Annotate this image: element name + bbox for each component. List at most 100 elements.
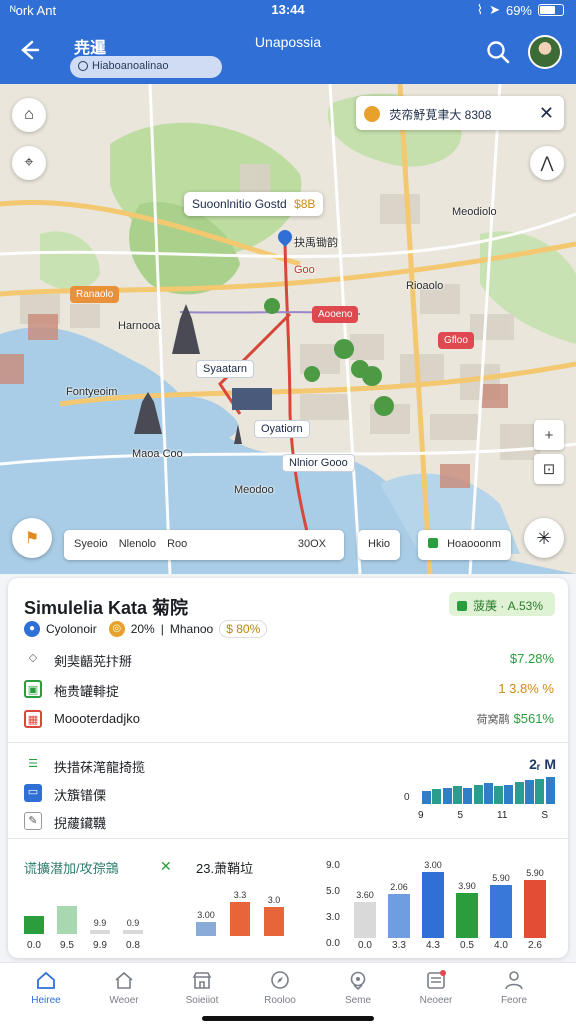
- map-label-fontyeoim: Fontyeoim: [66, 386, 118, 398]
- search-icon[interactable]: [484, 38, 512, 66]
- stat-amount-3: $561%: [513, 711, 554, 726]
- spark-bar: [463, 787, 473, 804]
- map-view[interactable]: ⌂ ⌖ 荧帟魣莧聿大 8308 ✕ ⋀ Suoonlnitio Gostd $8…: [0, 84, 576, 574]
- map-label-city: Rioaolo: [406, 280, 444, 292]
- back-arrow-icon[interactable]: [14, 36, 42, 64]
- stat-row-3[interactable]: ▦ Moooterdadjko 荷窝鹝 $561%: [24, 708, 554, 734]
- tab-label: Seme: [344, 995, 372, 1006]
- chip-hoaooonm-label: Hoaooonm: [447, 538, 501, 550]
- chart3-y-label: 3.0: [326, 912, 340, 923]
- chart3-bar: [490, 885, 512, 938]
- zoom-in-icon[interactable]: +: [534, 420, 564, 450]
- spark-bar: [514, 782, 524, 804]
- chip-hkio[interactable]: Hkio: [358, 530, 401, 560]
- poi-card-badge: $8B: [294, 197, 316, 211]
- tab-label: Rooloo: [264, 995, 296, 1006]
- map-label-oyatiorn[interactable]: Oyatiorn: [254, 420, 310, 438]
- spark-bar: [494, 786, 504, 804]
- chart3-y-label: 0.0: [326, 938, 340, 949]
- badge-text: 菠菮 · A.53%: [473, 599, 544, 613]
- tab-house[interactable]: Weoer: [88, 969, 160, 1006]
- compass-icon[interactable]: ⋀: [530, 146, 564, 180]
- map-label-nlnior[interactable]: Nlnior Gooo: [282, 454, 355, 472]
- chart3-bar: [388, 894, 410, 938]
- chart2-bar: [196, 922, 216, 936]
- home-indicator: [202, 1016, 374, 1021]
- chart3-value-label: 5.90: [492, 873, 510, 884]
- chart3x-label: 4.3: [426, 940, 440, 951]
- tab-location[interactable]: Seme: [322, 969, 394, 1006]
- filter-a[interactable]: Syeoio: [74, 538, 108, 550]
- badge-icon: [457, 601, 467, 611]
- map-filter-bar[interactable]: Syeoio Nlenolo Roo 30OX: [64, 530, 344, 560]
- tab-compass[interactable]: Rooloo: [244, 969, 316, 1006]
- top-card-icon: [364, 106, 380, 122]
- left-map-fab[interactable]: ⚑: [12, 518, 52, 558]
- fullscreen-icon[interactable]: ⊡: [534, 454, 564, 484]
- map-label-syaatarn[interactable]: Syaatarn: [196, 360, 255, 378]
- stat-value-3: 荷窝鹝 $561%: [477, 711, 554, 727]
- list-row-3[interactable]: ✎ 掜藧鑶韈: [24, 810, 384, 836]
- info-dot-icon: ●: [24, 621, 40, 637]
- location-arrow-icon: ➤: [489, 2, 500, 17]
- chart1-value-label: 0.9: [126, 918, 140, 928]
- stat-row-2[interactable]: ▣ 柂贵罐輫掟 1 3.8% %: [24, 678, 554, 704]
- diamond-icon: ◇: [28, 652, 38, 664]
- spark-chart: 2ᵣ M 0: [404, 756, 556, 808]
- list-label-2: 汏籏镨傈: [54, 788, 107, 803]
- layers-icon[interactable]: ⌂: [12, 98, 46, 132]
- tab-profile[interactable]: Feore: [478, 969, 550, 1006]
- chart1x-label: 9.5: [60, 940, 74, 951]
- meta-b: 20%: [130, 622, 155, 636]
- status-right: ⌇ ➤ 69%: [477, 2, 564, 18]
- poi-card-text: Suoonlnitio Gostd: [192, 197, 287, 211]
- list-row-2[interactable]: ▭ 汏籏镨傈: [24, 782, 384, 808]
- map-label-meodoo: Meodoo: [234, 484, 274, 496]
- compass-icon: [271, 971, 289, 989]
- chart1-close-icon[interactable]: ✕: [160, 858, 172, 875]
- list-row-1[interactable]: ☰ 抶措茠滗龍掎揽: [24, 754, 384, 780]
- tab-home[interactable]: Heiree: [10, 969, 82, 1006]
- spark-x-2: 11: [497, 810, 508, 821]
- list-label-3: 掜藧鑶韈: [54, 816, 107, 831]
- map-label-goo: Goo: [294, 264, 315, 276]
- chart2: 3.00 3.3 3.0: [196, 890, 306, 936]
- spark-x-1: 5: [457, 810, 464, 821]
- chart1-bar: [24, 916, 44, 934]
- map-tag-gfloo[interactable]: Gfloo: [438, 332, 474, 349]
- filter-d[interactable]: 30OX: [298, 538, 326, 550]
- filter-b[interactable]: Nlenolo: [119, 538, 156, 550]
- panel-title: Simulelia Kata 菊院: [24, 598, 189, 618]
- poi-card[interactable]: Suoonlnitio Gostd $8B: [184, 192, 324, 216]
- spark-bar: [422, 790, 431, 804]
- stat-label-1: 剣猆齬茪抃掰: [54, 654, 133, 669]
- directions-icon[interactable]: ✳: [524, 518, 564, 558]
- chart1-bar: [90, 929, 110, 934]
- meta-row: ● Cyolonoir ◎ 20% | Mhanoo $ 80%: [24, 620, 268, 638]
- chip-hoaooonm[interactable]: Hoaooonm: [418, 530, 511, 560]
- map-tag-aooeno[interactable]: Aooeno: [312, 306, 359, 323]
- top-info-card[interactable]: 荧帟魣莧聿大 8308 ✕: [356, 96, 564, 130]
- chart2-bar: [264, 907, 284, 936]
- tab-label: Weoer: [109, 995, 139, 1006]
- tab-inbox[interactable]: Neoeer: [400, 969, 472, 1006]
- spark-zero: 0: [404, 792, 410, 803]
- tab-label: Soieiiot: [185, 995, 219, 1006]
- close-icon[interactable]: ✕: [539, 103, 554, 124]
- spark-bar: [545, 777, 555, 804]
- avatar[interactable]: [528, 35, 562, 69]
- search-input[interactable]: Hiaboanoalinao: [70, 56, 222, 78]
- map-tag-ranaolo[interactable]: Ranaolo: [70, 286, 120, 303]
- tab-store[interactable]: Soieiiot: [166, 969, 238, 1006]
- spark-bar: [483, 783, 493, 804]
- stat-row-1[interactable]: ◇ 剣猆齬茪抃掰 $7.28%: [24, 648, 554, 674]
- map-label-harnooa: Harnooa: [118, 320, 161, 332]
- card-icon: ▭: [24, 784, 42, 802]
- spark-bar: [525, 780, 534, 804]
- battery-percent: 69%: [505, 2, 532, 18]
- filter-c[interactable]: Roo: [167, 538, 187, 550]
- meta-sep: |: [160, 622, 164, 636]
- locate-icon[interactable]: ⌖: [12, 146, 46, 180]
- meta-c: Mhanoo: [169, 622, 214, 636]
- spark-bar: [432, 789, 442, 804]
